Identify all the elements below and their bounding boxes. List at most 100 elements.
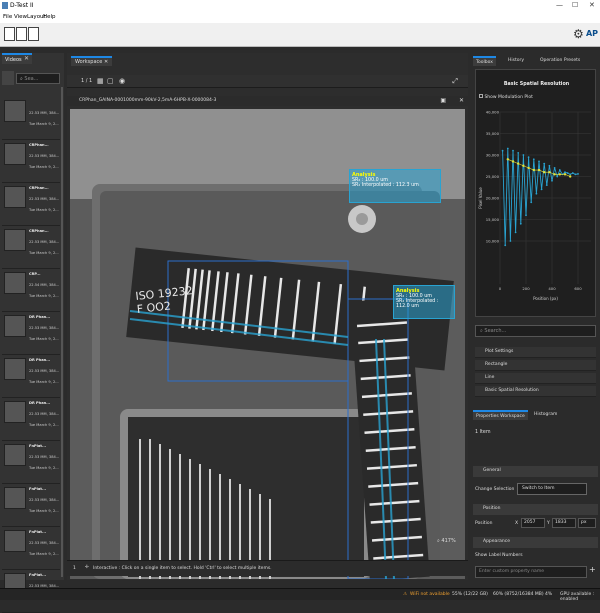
- minimize-icon[interactable]: —: [556, 1, 563, 9]
- search-icon: ⌕: [437, 538, 440, 544]
- data-point: [543, 162, 546, 165]
- spatial-resolution-chart[interactable]: 10,000 15,000 20,000 25,000 30,000 35,000 40,0…: [478, 104, 595, 310]
- switch-to-item-button[interactable]: Switch to Item: [517, 483, 587, 495]
- list-item[interactable]: FnPlat... 22.53 MM, 384... Tue March 9, 2.…: [2, 484, 60, 527]
- camera-icon[interactable]: ▣: [440, 97, 446, 104]
- item-line1: 22.53 MM, 384...: [29, 455, 60, 459]
- pos-y-input[interactable]: 1833: [552, 518, 576, 528]
- list-item[interactable]: FnPlat... 22.53 MM, 384... Tue March 9, 2.…: [2, 527, 60, 570]
- list-item[interactable]: CRPhan... 22.53 MM, 384... Tue March 9, 2.…: [2, 140, 60, 183]
- data-point: [522, 164, 525, 167]
- section-general[interactable]: General: [473, 466, 598, 477]
- pos-x-input[interactable]: 2057: [521, 518, 545, 528]
- workspace-toolbar: 1 / 1 ▦ ▢ ◉ ⤢: [67, 75, 468, 88]
- close-icon[interactable]: ✕: [589, 1, 595, 9]
- list-item[interactable]: DR Phan... 22.53 MM, 384... Tue March 9, 2…: [2, 312, 60, 355]
- data-point: [571, 172, 574, 174]
- menu-view[interactable]: View: [14, 14, 27, 20]
- edit-icon[interactable]: [4, 27, 15, 41]
- section-rectangle[interactable]: Rectangle: [475, 360, 596, 371]
- scrollbar[interactable]: [61, 87, 63, 577]
- x-tick-label: 200: [522, 286, 530, 291]
- section-line[interactable]: Line: [475, 373, 596, 384]
- data-point: [535, 192, 538, 195]
- item-name: DR Phan...: [29, 315, 51, 319]
- tab-properties-workspace[interactable]: Properties Workspace: [473, 410, 528, 420]
- y-axis-label: Pixel Value: [478, 187, 483, 209]
- data-point: [553, 173, 556, 176]
- data-point: [519, 222, 522, 225]
- item-line2: Tue March 9, 2...: [29, 208, 59, 212]
- list-item[interactable]: DR Phan... 22.53 MM, 384... Tue March 9, 2…: [2, 355, 60, 398]
- data-point: [569, 173, 572, 176]
- section-basic-spatial-resolution[interactable]: Basic Spatial Resolution: [475, 386, 596, 397]
- expand-icon[interactable]: ⤢: [452, 77, 458, 86]
- item-name: FnPlat...: [29, 444, 47, 448]
- list-item[interactable]: 22.53 MM, 384... Tue March 9, 2...: [2, 97, 60, 140]
- add-icon[interactable]: +: [589, 565, 596, 574]
- list-item[interactable]: CRPhan... 22.53 MM, 384... Tue March 9, 2.…: [2, 183, 60, 226]
- tab-operation-presets[interactable]: Operation Presets: [537, 56, 583, 66]
- thumbnail: [4, 444, 26, 466]
- item-line1: 22.53 MM, 384...: [29, 412, 60, 416]
- maximize-icon[interactable]: ☐: [572, 1, 578, 9]
- show-label-numbers[interactable]: Show Label Numbers: [475, 553, 523, 558]
- search-input[interactable]: ⌕ Search...: [475, 325, 596, 337]
- data-point: [527, 166, 530, 170]
- thumbnail: [4, 401, 26, 423]
- analysis-annotation[interactable]: Analysis SR₂ : 100.0 um SR₂ Interpolated…: [393, 285, 455, 319]
- series-line: [502, 148, 579, 246]
- section-appearance[interactable]: Appearance: [473, 537, 598, 548]
- menu-file[interactable]: File: [3, 14, 12, 20]
- item-line2: Tue March 9, 2...: [29, 380, 59, 384]
- pos-x-label: X: [515, 521, 519, 526]
- menu-icon[interactable]: [2, 71, 14, 85]
- search-input[interactable]: ⌕ Sea...: [16, 73, 60, 84]
- save-icon[interactable]: [28, 27, 39, 41]
- section-plot-settings[interactable]: Plot Settings: [475, 347, 596, 358]
- menu-help[interactable]: Help: [43, 14, 56, 20]
- data-point: [509, 240, 512, 242]
- data-point: [540, 188, 543, 191]
- close-icon[interactable]: ✕: [459, 97, 464, 104]
- frame-icon[interactable]: ▢: [107, 77, 114, 85]
- move-icon: ✢: [85, 565, 89, 570]
- close-icon[interactable]: ✕: [24, 55, 29, 62]
- y-tick-label: 10,000: [486, 239, 500, 244]
- show-modulation-checkbox[interactable]: Show Modulation Plot: [479, 94, 533, 100]
- data-point: [564, 171, 566, 174]
- data-point: [506, 158, 509, 161]
- analysis-annotation[interactable]: Analysis SR₂ : 100.0 um SR₂ Interpolated…: [349, 169, 441, 203]
- x-tick-label: 400: [548, 286, 556, 291]
- xray-image[interactable]: ISO 19232 F OO2 Analysis SR₂ : 100.0 um S…: [70, 109, 465, 579]
- data-point: [569, 175, 572, 178]
- thumbnail: [4, 229, 26, 251]
- thumbnail: [4, 358, 26, 380]
- item-line1: 22.53 MM, 384...: [29, 369, 60, 373]
- list-item[interactable]: DR Phan... 22.53 MM, 384... Tue March 9, 2…: [2, 398, 60, 441]
- data-point: [504, 244, 507, 247]
- data-point: [532, 168, 535, 172]
- list-item[interactable]: CRP... 22.54 MM, 384... Tue March 9, 2...: [2, 269, 60, 312]
- list-item[interactable]: FnPlat... 22.53 MM, 384... Tue March 9, 2.…: [2, 441, 60, 484]
- zoom-level[interactable]: ⌕ 417%: [437, 538, 456, 544]
- tab-workspace[interactable]: Workspace ✕: [71, 56, 113, 66]
- tab-history[interactable]: History: [505, 56, 527, 66]
- section-position[interactable]: Position: [473, 504, 598, 515]
- custom-property-input[interactable]: Enter custom property name: [475, 566, 587, 578]
- data-point: [511, 160, 515, 163]
- thumbnail: [4, 315, 26, 337]
- data-point: [501, 149, 504, 152]
- data-point: [558, 173, 561, 176]
- tab-toolbox[interactable]: Toolbox: [473, 56, 496, 66]
- tab-histogram[interactable]: Histogram: [531, 410, 560, 420]
- gear-icon[interactable]: ⚙: [573, 27, 584, 41]
- list-item[interactable]: CRPhan... 22.53 MM, 384... Tue March 9, 2.…: [2, 226, 60, 269]
- toolbar: ⚙ AP: [0, 23, 600, 47]
- thumbnail: [4, 143, 26, 165]
- item-name: FnPlat...: [29, 487, 47, 491]
- unit-select[interactable]: px: [578, 518, 596, 528]
- grid-icon[interactable]: ▦: [97, 77, 104, 85]
- document-icon[interactable]: [16, 27, 27, 41]
- eye-icon[interactable]: ◉: [119, 77, 125, 85]
